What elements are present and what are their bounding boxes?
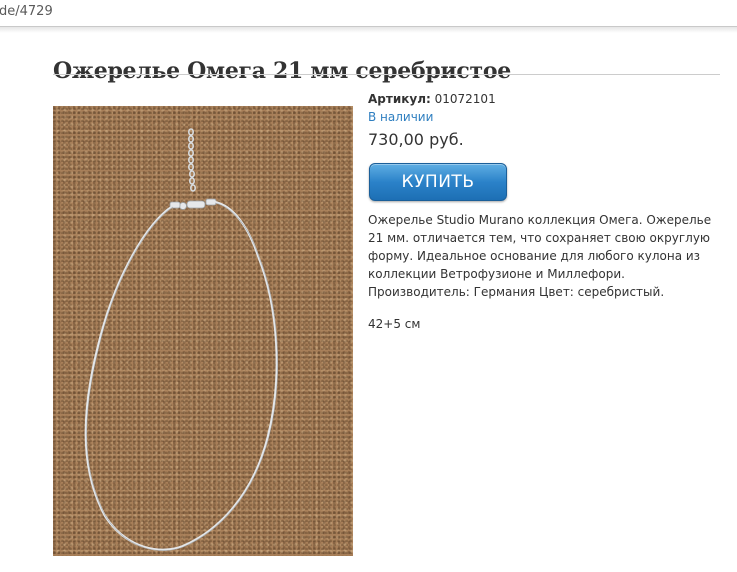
address-url[interactable]: de/4729 (0, 4, 53, 19)
sku-label: Артикул: (368, 92, 431, 106)
product-description: Ожерелье Studio Murano коллекция Омега. … (368, 213, 712, 299)
stock-status: В наличии (368, 110, 434, 124)
sku-line: Артикул: 01072101 (368, 92, 496, 106)
necklace-chain (188, 128, 197, 192)
page-title: Ожерелье Омега 21 мм серебристое (53, 57, 511, 84)
title-divider (53, 74, 720, 75)
product-price: 730,00 руб. (368, 130, 464, 149)
browser-address-bar[interactable]: de/4729 (0, 0, 737, 27)
buy-button[interactable]: КУПИТЬ (369, 163, 507, 201)
necklace-clasp (169, 198, 217, 210)
necklace-wire (84, 200, 278, 551)
address-bar-shadow (0, 27, 737, 33)
product-photo[interactable] (53, 106, 353, 556)
sku-value: 01072101 (434, 92, 496, 106)
product-size: 42+5 см (368, 317, 421, 331)
necklace-image (84, 128, 278, 551)
